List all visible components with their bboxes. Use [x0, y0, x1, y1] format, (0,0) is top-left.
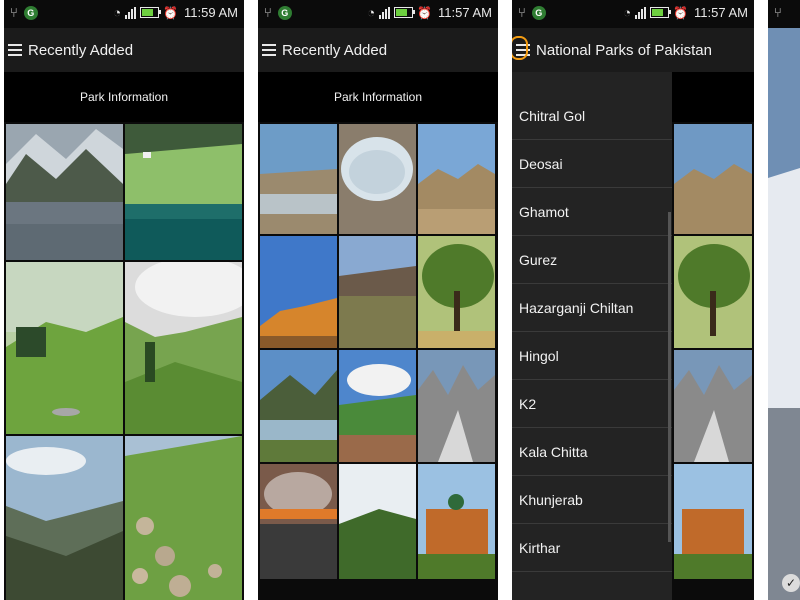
- drawer-item[interactable]: Deosai: [512, 140, 672, 188]
- phone-screen-4: ⑂ ✓: [768, 0, 800, 600]
- drawer-item[interactable]: Khunjerab: [512, 476, 672, 524]
- alarm-icon: ⏰: [417, 5, 433, 20]
- photo-tile-fort: [674, 464, 752, 579]
- drawer-item-label: Deosai: [519, 155, 563, 172]
- photo-tile-rock-formation: [674, 124, 752, 234]
- g-badge-icon: G: [277, 5, 292, 20]
- app-title: Recently Added: [28, 41, 134, 59]
- signal-icon: [635, 6, 647, 19]
- photo-tile-fort[interactable]: [418, 464, 495, 579]
- photo-tile-rock-formation[interactable]: [418, 124, 495, 234]
- drawer-item[interactable]: Kirthar: [512, 524, 672, 572]
- app-title: Recently Added: [282, 41, 388, 59]
- photo-tile-volcano-sky[interactable]: [260, 464, 337, 579]
- app-bar: Recently Added: [4, 28, 244, 72]
- photo-tile-green-lake[interactable]: [125, 124, 242, 260]
- drawer-scrollbar[interactable]: [668, 212, 671, 542]
- signal-icon: [379, 6, 391, 19]
- phone-screen-3: ⑂ G ◔ ⏰ 11:57 AM National Parks of Pakist…: [512, 0, 754, 600]
- photo-tile-green-hills[interactable]: [339, 464, 416, 579]
- g-badge-icon: G: [23, 5, 38, 20]
- drawer-item-label: Khunjerab: [519, 491, 583, 508]
- wifi-icon: ◔: [623, 5, 632, 20]
- status-bar: ⑂: [768, 0, 800, 28]
- photo-tile-hills[interactable]: [125, 262, 242, 434]
- photo-tile-sandstone[interactable]: [260, 236, 337, 348]
- drawer-item[interactable]: Hazarganji Chiltan: [512, 284, 672, 332]
- photo-tile-mountain-lake[interactable]: [260, 350, 337, 462]
- status-bar: ⑂ G ◔ ⏰ 11:57 AM: [512, 0, 754, 28]
- photo-grid: [258, 122, 498, 600]
- alarm-icon: ⏰: [673, 5, 689, 20]
- photo-tile-tree[interactable]: [418, 236, 495, 348]
- status-bar: ⑂ G ◔ ⏰ 11:59 AM: [4, 0, 244, 28]
- photo-tile-lake[interactable]: [6, 124, 123, 260]
- usb-icon: ⑂: [774, 5, 782, 20]
- park-information-bar: [672, 72, 754, 122]
- drawer-item[interactable]: Kala Chitta: [512, 428, 672, 476]
- signal-icon: [125, 6, 137, 19]
- photo-tile-meadow[interactable]: [6, 262, 123, 434]
- usb-icon: ⑂: [518, 5, 526, 20]
- drawer-item-label: Ghamot: [519, 203, 569, 220]
- drawer-item-label: Kirthar: [519, 539, 561, 556]
- photo-tile-rocky-slope[interactable]: [125, 436, 242, 600]
- phone-screen-2: ⑂ G ◔ ⏰ 11:57 AM Recently Added Park Info…: [258, 0, 498, 600]
- app-bar: National Parks of Pakistan: [512, 28, 754, 72]
- drawer-item-label: Gurez: [519, 251, 558, 268]
- park-information-button[interactable]: Park Information: [4, 72, 244, 122]
- alarm-icon: ⏰: [163, 5, 179, 20]
- battery-icon: [394, 7, 416, 18]
- status-time: 11:57 AM: [438, 5, 492, 20]
- drawer-item[interactable]: Chitral Gol: [512, 92, 672, 140]
- photo-tile-plain[interactable]: [339, 236, 416, 348]
- menu-icon[interactable]: [8, 44, 22, 56]
- photo-tile-glacier: [674, 350, 752, 462]
- wifi-icon: ◔: [367, 5, 376, 20]
- battery-icon: [140, 7, 162, 18]
- usb-icon: ⑂: [264, 5, 272, 20]
- status-bar: ⑂ G ◔ ⏰ 11:57 AM: [258, 0, 498, 28]
- wifi-icon: ◔: [113, 5, 122, 20]
- status-time: 11:59 AM: [184, 5, 238, 20]
- menu-icon[interactable]: [262, 44, 276, 56]
- photo-tile-tree: [674, 236, 752, 348]
- photo-grid-behind-drawer: [672, 122, 754, 600]
- drawer-item-label: K2: [519, 395, 537, 412]
- photo-grid: [4, 122, 244, 600]
- app-title: National Parks of Pakistan: [536, 41, 712, 59]
- drawer-item[interactable]: Gurez: [512, 236, 672, 284]
- photo-tile-valley[interactable]: [6, 436, 123, 600]
- park-information-label: Park Information: [333, 90, 423, 104]
- park-information-label: Park Information: [79, 90, 169, 104]
- usb-icon: ⑂: [10, 5, 18, 20]
- photo-tile-clouds-field[interactable]: [339, 350, 416, 462]
- navigation-drawer: Chitral Gol Deosai Ghamot Gurez Hazargan…: [512, 72, 672, 600]
- drawer-item-label: Kala Chitta: [519, 443, 588, 460]
- park-information-button[interactable]: Park Information: [258, 72, 498, 122]
- drawer-item[interactable]: K2: [512, 380, 672, 428]
- drawer-item[interactable]: Ghamot: [512, 188, 672, 236]
- drawer-item-label: Hazarganji Chiltan: [519, 299, 634, 316]
- drawer-item-label: Chitral Gol: [519, 107, 586, 124]
- photo-snow-mountain: [768, 28, 800, 600]
- drawer-item[interactable]: Hingol: [512, 332, 672, 380]
- check-icon[interactable]: ✓: [782, 574, 800, 592]
- photo-tile-frozen-lake[interactable]: [339, 124, 416, 234]
- menu-highlight-ring: [512, 36, 528, 60]
- battery-icon: [650, 7, 672, 18]
- photo-tile-glacier[interactable]: [418, 350, 495, 462]
- status-time: 11:57 AM: [694, 5, 748, 20]
- phone-screen-1: ⑂ G ◔ ⏰ 11:59 AM Recently Added Park Info…: [4, 0, 244, 600]
- app-bar: Recently Added: [258, 28, 498, 72]
- photo-tile-desert-lake[interactable]: [260, 124, 337, 234]
- g-badge-icon: G: [531, 5, 546, 20]
- drawer-item-label: Hingol: [519, 347, 559, 364]
